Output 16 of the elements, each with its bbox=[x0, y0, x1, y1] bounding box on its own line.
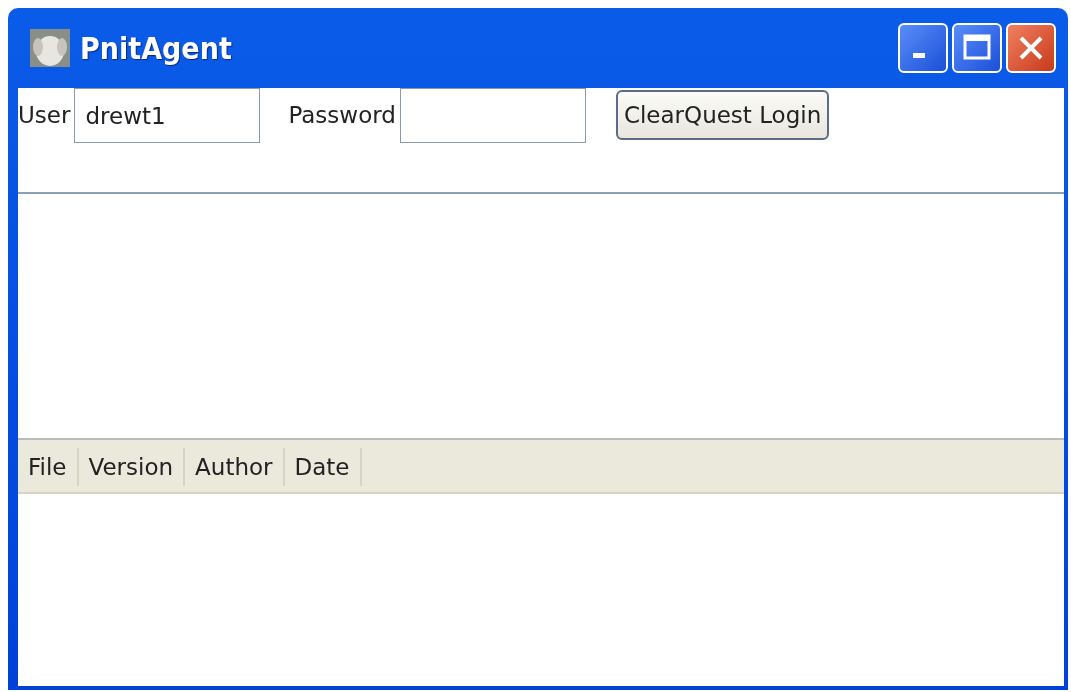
user-field[interactable]: drewt1 bbox=[74, 88, 261, 143]
minimize-button[interactable] bbox=[898, 23, 948, 73]
column-header[interactable]: File bbox=[18, 448, 79, 486]
password-label: Password bbox=[288, 101, 396, 130]
column-header[interactable]: Version bbox=[78, 448, 186, 486]
maximize-button[interactable] bbox=[952, 23, 1002, 73]
column-header[interactable]: Date bbox=[284, 448, 362, 486]
app-icon bbox=[30, 29, 70, 67]
close-button[interactable] bbox=[1006, 23, 1056, 73]
maximize-icon bbox=[962, 33, 992, 63]
column-header[interactable]: Author bbox=[185, 448, 285, 486]
login-button[interactable]: ClearQuest Login bbox=[615, 90, 830, 140]
window-title: PnitAgent bbox=[80, 29, 233, 68]
user-label: User bbox=[18, 101, 71, 130]
minimize-icon bbox=[913, 52, 925, 58]
password-field[interactable] bbox=[399, 88, 586, 143]
